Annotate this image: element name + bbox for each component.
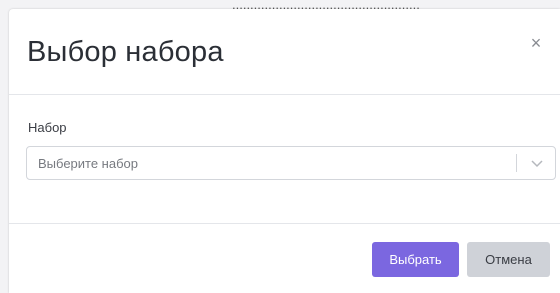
set-select-placeholder: Выберите набор <box>38 156 139 171</box>
set-field-label: Набор <box>28 120 67 135</box>
modal-body: Набор Выберите набор <box>9 95 560 224</box>
modal-title: Выбор набора <box>27 36 224 68</box>
chevron-down-icon[interactable] <box>529 156 545 170</box>
select-separator <box>516 154 517 172</box>
modal-footer: Выбрать Отмена <box>9 224 560 293</box>
confirm-button[interactable]: Выбрать <box>372 242 459 277</box>
close-icon[interactable]: × <box>527 34 545 52</box>
cancel-button[interactable]: Отмена <box>467 242 550 277</box>
set-select[interactable]: Выберите набор <box>26 146 556 180</box>
modal-header: Выбор набора × <box>9 9 560 95</box>
select-set-modal: Выбор набора × Набор Выберите набор Выбр… <box>9 9 560 293</box>
